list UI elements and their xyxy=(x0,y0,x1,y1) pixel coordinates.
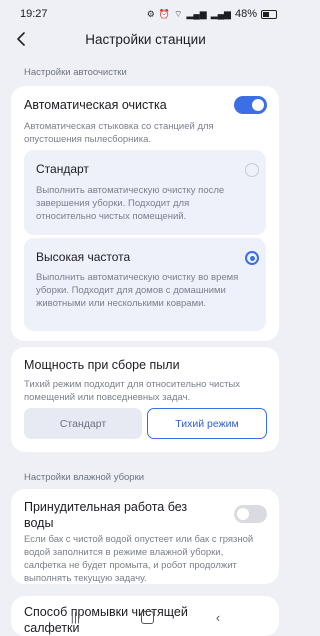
option-standard-radio[interactable] xyxy=(245,163,259,177)
gear-icon: ⚙ xyxy=(146,8,155,19)
option-high-frequency-title: Высокая частота xyxy=(36,250,131,264)
back-nav-icon[interactable]: ‹ xyxy=(216,610,220,625)
auto-cleaning-title: Автоматическая очистка xyxy=(24,98,167,112)
signal-icon: ▂▄▆ xyxy=(210,8,231,19)
power-quiet-button[interactable]: Тихий режим xyxy=(147,408,267,439)
section-label-wet: Настройки влажной уборки xyxy=(24,472,145,483)
header: Настройки станции xyxy=(0,26,291,52)
auto-cleaning-toggle[interactable] xyxy=(234,96,267,114)
auto-cleaning-description: Автоматическая стыковка со станцией для … xyxy=(24,121,214,145)
forced-work-title: Принудительная работа без воды xyxy=(24,500,188,530)
back-arrow-icon xyxy=(17,32,25,46)
forced-work-card: Принудительная работа без воды Если бак … xyxy=(11,489,279,584)
recent-apps-icon[interactable]: ||| xyxy=(71,610,80,624)
home-icon[interactable] xyxy=(141,610,155,624)
option-high-frequency[interactable]: Высокая частота Выполнить автоматическую… xyxy=(24,238,266,331)
dust-power-description: Тихий режим подходит для относительно чи… xyxy=(24,379,240,403)
option-standard[interactable]: Стандарт Выполнить автоматическую очистк… xyxy=(24,150,266,235)
toggle-knob xyxy=(237,508,249,520)
dust-power-card: Мощность при сборе пыли Тихий режим подх… xyxy=(11,347,279,452)
option-high-frequency-description: Выполнить автоматическую очистку во врем… xyxy=(36,272,239,309)
status-bar: 19:27 ⚙ ⏰ ⌔ ▂▄▆ ▂▄▆ 48% xyxy=(0,0,291,28)
alarm-icon: ⏰ xyxy=(158,8,171,19)
status-time: 19:27 xyxy=(20,8,48,20)
system-nav-bar: ||| ‹ xyxy=(0,604,291,630)
power-standard-button[interactable]: Стандарт xyxy=(24,408,142,439)
battery-icon xyxy=(261,9,277,19)
signal-icon: ▂▄▆ xyxy=(186,8,207,19)
forced-work-description: Если бак с чистой водой опустеет или бак… xyxy=(24,534,254,584)
wifi-icon: ⌔ xyxy=(174,8,183,19)
status-icons: ⚙ ⏰ ⌔ ▂▄▆ ▂▄▆ 48% xyxy=(147,8,277,20)
forced-work-toggle[interactable] xyxy=(234,505,267,523)
toggle-knob xyxy=(252,99,264,111)
back-button[interactable] xyxy=(10,28,32,50)
dust-power-title: Мощность при сборе пыли xyxy=(24,358,180,372)
battery-percent: 48% xyxy=(234,8,257,20)
auto-cleaning-card: Автоматическая очистка Автоматическая ст… xyxy=(11,86,279,341)
option-standard-description: Выполнить автоматическую очистку после з… xyxy=(36,185,225,222)
option-standard-title: Стандарт xyxy=(36,162,89,176)
page-title: Настройки станции xyxy=(85,31,206,47)
section-label-auto: Настройки автоочистки xyxy=(24,67,127,78)
option-high-frequency-radio[interactable] xyxy=(245,251,259,265)
